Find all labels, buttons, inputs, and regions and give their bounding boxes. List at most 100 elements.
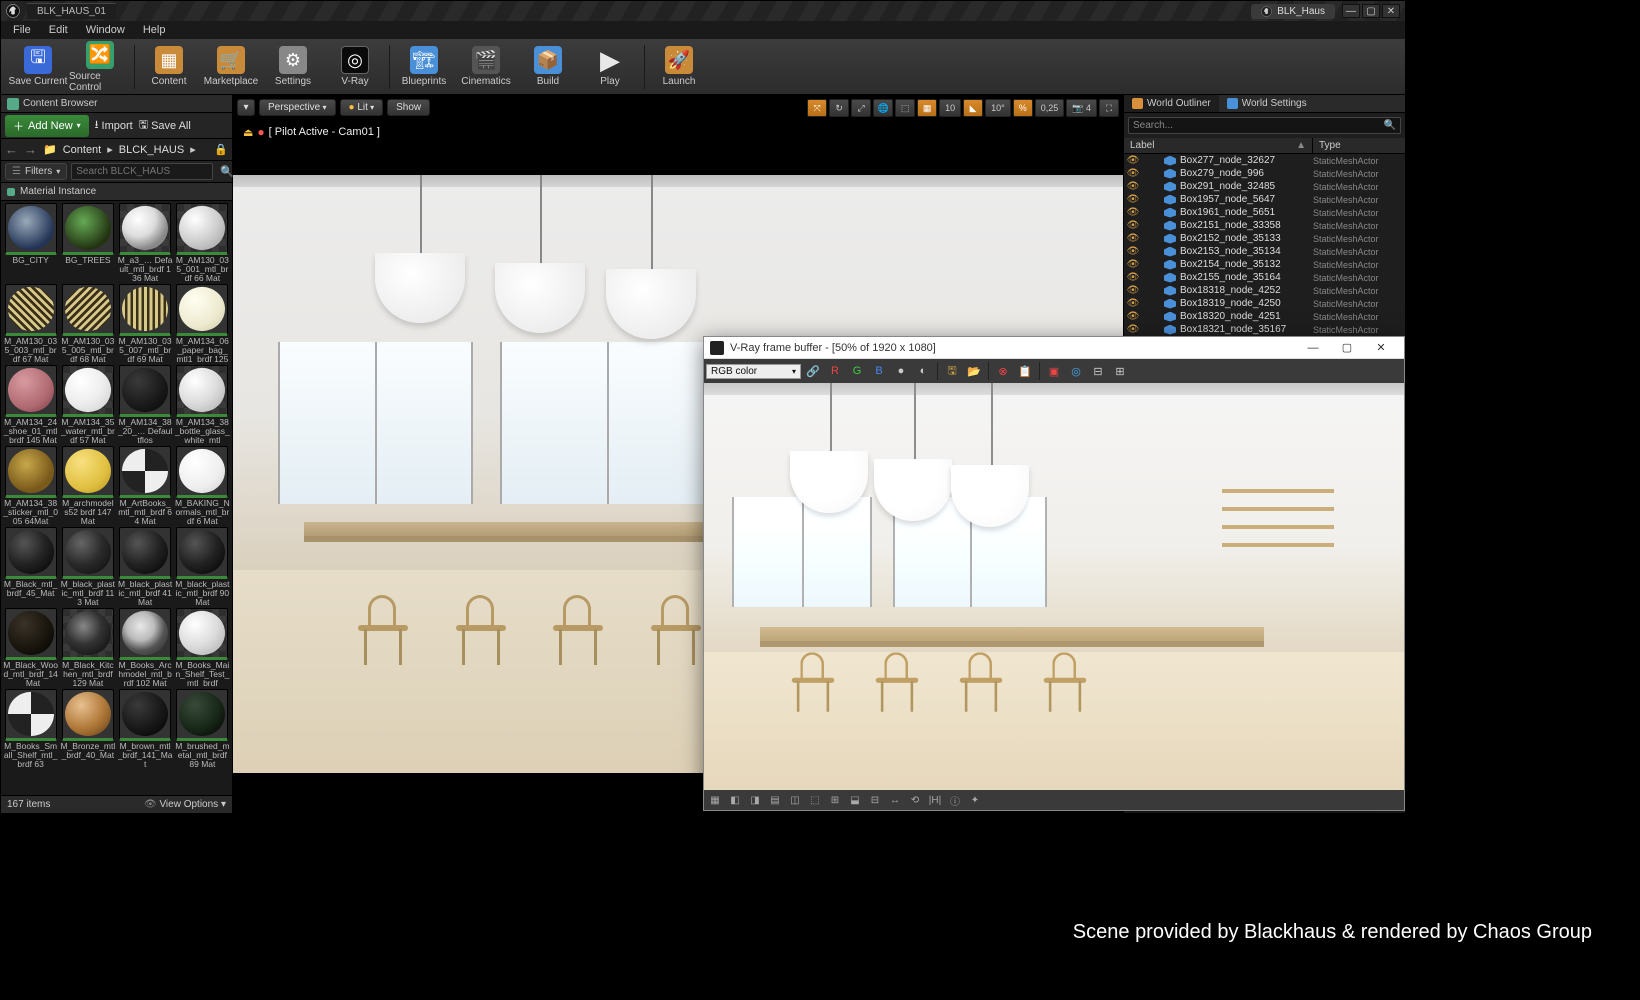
asset-item[interactable]: M_Books_Small_Shelf_mtl_brdf 63	[3, 689, 58, 768]
search-input[interactable]	[71, 163, 213, 180]
vfb-titlebar[interactable]: V-Ray frame buffer - [50% of 1920 x 1080…	[704, 337, 1404, 359]
asset-item[interactable]: M_a3_… Default_mtl_brdf 136 Mat	[118, 203, 173, 282]
vfb-channel-select[interactable]: RGB color▾	[706, 364, 801, 379]
asset-item[interactable]: M_archmodels52 brdf 147 Mat	[60, 446, 115, 525]
asset-item[interactable]: M_AM134_38_20_… Defaultflos	[118, 365, 173, 444]
outliner-row[interactable]: 👁Box2152_node_35133StaticMeshActor	[1124, 232, 1405, 245]
vfb-status-icon-8[interactable]: ⊟	[868, 793, 882, 807]
menu-edit[interactable]: Edit	[41, 23, 76, 37]
ab-icon[interactable]: ⊟	[1088, 361, 1108, 381]
asset-item[interactable]: M_AM130_035_005_mtl_brdf 68 Mat	[60, 284, 115, 363]
angle-snap-icon[interactable]: ◣	[963, 99, 983, 117]
vfb-status-icon-6[interactable]: ⊞	[828, 793, 842, 807]
toolbar-launch-button[interactable]: 🚀Launch	[648, 41, 710, 93]
vfb-status-icon-3[interactable]: ▤	[768, 793, 782, 807]
toolbar-source-button[interactable]: 🔀Source Control	[69, 41, 131, 93]
toolbar-save-button[interactable]: 🖫Save Current	[7, 41, 69, 93]
r-channel[interactable]: R	[825, 361, 845, 381]
outliner-row[interactable]: 👁Box1961_node_5651StaticMeshActor	[1124, 206, 1405, 219]
menu-help[interactable]: Help	[135, 23, 174, 37]
outliner-row[interactable]: 👁Box18318_node_4252StaticMeshActor	[1124, 284, 1405, 297]
asset-item[interactable]: M_Black_mtl_brdf_45_Mat	[3, 527, 58, 606]
menu-window[interactable]: Window	[78, 23, 133, 37]
minimize-button[interactable]: —	[1342, 4, 1360, 18]
asset-item[interactable]: M_black_plastic_mtl_brdf 113 Mat	[60, 527, 115, 606]
vfb-close-button[interactable]: ✕	[1364, 338, 1398, 358]
visibility-icon[interactable]: 👁	[1126, 194, 1140, 205]
vfb-status-icon-11[interactable]: |H|	[928, 793, 942, 807]
asset-item[interactable]: BG_TREES	[60, 203, 115, 282]
asset-item[interactable]: M_AM130_035_007_mtl_brdf 69 Mat	[118, 284, 173, 363]
link-icon[interactable]: 🔗	[803, 361, 823, 381]
scale-snap-icon[interactable]: %	[1013, 99, 1033, 117]
save-icon[interactable]: 🖫	[942, 361, 962, 381]
tab-world-settings[interactable]: World Settings	[1219, 95, 1315, 112]
vfb-status-icon-5[interactable]: ⬚	[808, 793, 822, 807]
switch-icon[interactable]: ◐	[913, 361, 933, 381]
project-tab[interactable]: BLK_HAUS_01	[27, 3, 116, 19]
save-all-button[interactable]: 🖫Save All	[139, 116, 191, 135]
visibility-icon[interactable]: 👁	[1126, 272, 1140, 283]
scale-icon[interactable]: ⤢	[851, 99, 871, 117]
toolbar-vray-button[interactable]: ◎V-Ray	[324, 41, 386, 93]
outliner-row[interactable]: 👁Box2153_node_35134StaticMeshActor	[1124, 245, 1405, 258]
g-channel[interactable]: G	[847, 361, 867, 381]
outliner-row[interactable]: 👁Box2154_node_35132StaticMeshActor	[1124, 258, 1405, 271]
outliner-row[interactable]: 👁Box1957_node_5647StaticMeshActor	[1124, 193, 1405, 206]
tab-world-outliner[interactable]: World Outliner	[1124, 95, 1219, 112]
visibility-icon[interactable]: 👁	[1126, 324, 1140, 335]
asset-item[interactable]: M_AM134_38_sticker_mtl_005 64Mat	[3, 446, 58, 525]
toolbar-market-button[interactable]: 🛒Marketplace	[200, 41, 262, 93]
vfb-maximize-button[interactable]: ▢	[1330, 338, 1364, 358]
visibility-icon[interactable]: 👁	[1126, 181, 1140, 192]
mono-icon[interactable]: ●	[891, 361, 911, 381]
toolbar-cinematics-button[interactable]: 🎬Cinematics	[455, 41, 517, 93]
asset-item[interactable]: M_Books_Archmodel_mtl_brdf 102 Mat	[118, 608, 173, 687]
asset-item[interactable]: M_AM134_24_shoe_01_mtl_brdf 145 Mat	[3, 365, 58, 444]
vfb-status-icon-0[interactable]: ▦	[708, 793, 722, 807]
filter-chip[interactable]: Material Instance	[1, 183, 232, 201]
copy-icon[interactable]: 📋	[1015, 361, 1035, 381]
outliner-row[interactable]: 👁Box2155_node_35164StaticMeshActor	[1124, 271, 1405, 284]
nav-fwd-icon[interactable]: →	[24, 142, 37, 157]
outliner-row[interactable]: 👁Box2151_node_33358StaticMeshActor	[1124, 219, 1405, 232]
add-new-button[interactable]: ＋Add New▾	[5, 115, 89, 137]
visibility-icon[interactable]: 👁	[1126, 311, 1140, 322]
menu-file[interactable]: File	[5, 23, 39, 37]
track-icon[interactable]: ◎	[1066, 361, 1086, 381]
outliner-row[interactable]: 👁Box18319_node_4250StaticMeshActor	[1124, 297, 1405, 310]
asset-item[interactable]: M_AM130_035_003_mtl_brdf 67 Mat	[3, 284, 58, 363]
asset-item[interactable]: M_AM134_06_paper_bag_mtl1_brdf 125	[175, 284, 230, 363]
asset-item[interactable]: M_Books_Main_Shelf_Test_mtl_brdf	[175, 608, 230, 687]
outliner-row[interactable]: 👁Box291_node_32485StaticMeshActor	[1124, 180, 1405, 193]
asset-item[interactable]: M_black_plastic_mtl_brdf 41 Mat	[118, 527, 173, 606]
vfb-status-icon-10[interactable]: ⟲	[908, 793, 922, 807]
vfb-status-icon-2[interactable]: ◨	[748, 793, 762, 807]
toolbar-play-button[interactable]: ▶Play	[579, 41, 641, 93]
toolbar-blueprints-button[interactable]: 🏗Blueprints	[393, 41, 455, 93]
toolbar-settings-button[interactable]: ⚙Settings	[262, 41, 324, 93]
folder-icon[interactable]: 📁	[43, 143, 57, 156]
eject-icon[interactable]: ⏏	[243, 126, 253, 139]
visibility-icon[interactable]: 👁	[1126, 298, 1140, 309]
vfb-status-icon-7[interactable]: ⬓	[848, 793, 862, 807]
vfb-status-icon-12[interactable]: ⓘ	[948, 793, 962, 807]
asset-item[interactable]: M_BAKING_Normals_mtl_brdf 6 Mat	[175, 446, 230, 525]
visibility-icon[interactable]: 👁	[1126, 233, 1140, 244]
outliner-row[interactable]: 👁Box18320_node_4251StaticMeshActor	[1124, 310, 1405, 323]
vert-icon[interactable]: ⊞	[1110, 361, 1130, 381]
visibility-icon[interactable]: 👁	[1126, 259, 1140, 270]
grid-snap-icon[interactable]: ▦	[917, 99, 937, 117]
viewport-menu-icon[interactable]: ▾	[237, 99, 255, 116]
move-icon[interactable]: ⤧	[807, 99, 827, 117]
visibility-icon[interactable]: 👁	[1126, 155, 1140, 166]
visibility-icon[interactable]: 👁	[1126, 220, 1140, 231]
grid-snap-val[interactable]: 10	[939, 99, 961, 117]
asset-item[interactable]: M_AM130_035_001_mtl_brdf 66 Mat	[175, 203, 230, 282]
lit-button[interactable]: ● Lit	[340, 99, 384, 116]
surface-icon[interactable]: ⬚	[895, 99, 915, 117]
clear-icon[interactable]: ⊗	[993, 361, 1013, 381]
vray-frame-buffer-window[interactable]: V-Ray frame buffer - [50% of 1920 x 1080…	[703, 336, 1405, 811]
nav-back-icon[interactable]: ←	[5, 142, 18, 157]
angle-snap-val[interactable]: 10°	[985, 99, 1011, 117]
